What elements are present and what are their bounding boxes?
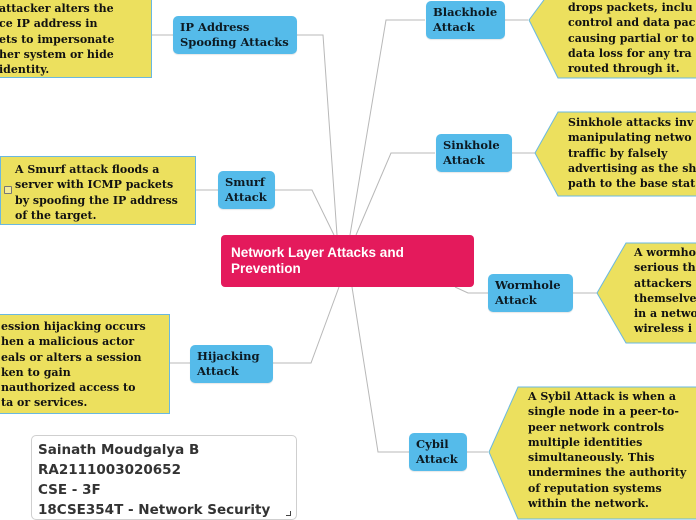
note-line: Sinkhole attacks inv bbox=[568, 116, 694, 129]
topic-cybil-attack[interactable]: Cybil Attack bbox=[409, 433, 467, 471]
topic-hijacking-attack[interactable]: Hijacking Attack bbox=[190, 345, 273, 383]
note-line: causing partial or to bbox=[568, 31, 695, 45]
note-line: A wormho bbox=[634, 246, 696, 259]
author-name: Sainath Moudgalya B bbox=[38, 442, 200, 458]
note-line: routed through it. bbox=[568, 62, 680, 76]
note-line: peer network controls bbox=[528, 420, 665, 434]
note-line: path to the base stat bbox=[568, 177, 696, 191]
note-line: themselve bbox=[634, 291, 696, 305]
connector-smurf bbox=[275, 189, 335, 236]
note-sinkhole[interactable]: Sinkhole attacks inv manipulating netwo … bbox=[534, 111, 696, 197]
topic-label-line: Cybil bbox=[416, 437, 449, 451]
note-line: of reputation systems bbox=[528, 481, 662, 495]
topic-label-line: Attack bbox=[443, 153, 485, 167]
note-line: server with ICMP packets bbox=[15, 178, 174, 192]
note-line: wireless i bbox=[634, 322, 693, 336]
connector-wormhole bbox=[454, 286, 488, 294]
note-line: A Sybil Attack is when a bbox=[528, 390, 676, 403]
topic-blackhole-attack[interactable]: Blackhole Attack bbox=[426, 1, 505, 39]
note-line: ta or services. bbox=[1, 396, 88, 410]
note-ip-spoofing[interactable]: attacker alters the ce IP address in ets… bbox=[0, 0, 152, 78]
topic-label-line: Attack bbox=[433, 20, 475, 34]
connector-cybil bbox=[351, 286, 409, 453]
root-topic-label: Network Layer Attacks and Prevention bbox=[231, 245, 404, 276]
connector-sinkhole bbox=[355, 152, 435, 236]
note-line: within the network. bbox=[528, 497, 649, 511]
topic-label-line: Hijacking bbox=[197, 349, 260, 363]
note-line: simultaneously. This bbox=[528, 451, 655, 465]
connector-ip-spoofing bbox=[297, 34, 338, 236]
note-line: A Smurf attack floods a bbox=[15, 163, 160, 176]
note-line: in a netwo bbox=[634, 307, 696, 321]
note-line: identity. bbox=[0, 63, 50, 77]
connector-hijacking bbox=[273, 286, 340, 364]
note-line: multiple identities bbox=[528, 435, 643, 449]
note-smurf[interactable]: A Smurf attack floods a server with ICMP… bbox=[0, 156, 196, 225]
topic-label-line: Blackhole bbox=[433, 5, 498, 19]
class-section: CSE - 3F bbox=[38, 482, 101, 498]
topic-label-line: Wormhole bbox=[495, 278, 561, 292]
note-blackhole[interactable]: drops packets, inclu control and data pa… bbox=[528, 0, 696, 80]
topic-label-line: Attack bbox=[416, 452, 458, 466]
topic-label-line: Attack bbox=[495, 293, 537, 307]
topic-sinkhole-attack[interactable]: Sinkhole Attack bbox=[436, 134, 512, 172]
note-line: undermines the authority bbox=[528, 466, 687, 480]
note-line: ets to impersonate bbox=[0, 32, 115, 46]
note-line: by spoofing the IP address bbox=[15, 193, 178, 207]
root-topic-network-layer-attacks[interactable]: Network Layer Attacks and Prevention bbox=[221, 235, 474, 287]
note-wormhole[interactable]: A wormho serious th attackers themselve … bbox=[596, 242, 696, 344]
note-line: ce IP address in bbox=[0, 17, 98, 31]
note-line: drops packets, inclu bbox=[568, 1, 693, 14]
note-line: single node in a peer-to- bbox=[528, 405, 679, 419]
topic-label-line: Smurf bbox=[225, 175, 265, 189]
note-line: control and data pac bbox=[568, 16, 696, 30]
note-line: ken to gain bbox=[1, 365, 71, 379]
note-checkbox[interactable] bbox=[4, 186, 12, 194]
author-info-textbox[interactable]: Sainath Moudgalya B RA2111003020652 CSE … bbox=[31, 435, 297, 520]
register-number: RA2111003020652 bbox=[38, 462, 181, 478]
note-line: of the target. bbox=[15, 208, 97, 222]
note-line: nauthorized access to bbox=[1, 381, 136, 395]
note-line: her system or hide bbox=[0, 47, 114, 61]
topic-label-line: Attack bbox=[197, 364, 239, 378]
note-line: hen a malicious actor bbox=[1, 335, 135, 349]
topic-smurf-attack[interactable]: Smurf Attack bbox=[218, 171, 275, 209]
note-hijacking[interactable]: ession hijacking occurs hen a malicious … bbox=[0, 314, 170, 414]
topic-label-line: Sinkhole bbox=[443, 138, 500, 152]
topic-label-line: Spoofing Attacks bbox=[180, 35, 289, 49]
topic-label-line: IP Address bbox=[180, 20, 250, 34]
course-name: 18CSE354T - Network Security bbox=[38, 502, 271, 518]
note-line: eals or alters a session bbox=[1, 350, 142, 364]
note-cybil[interactable]: A Sybil Attack is when a single node in … bbox=[488, 386, 696, 520]
topic-label-line: Attack bbox=[225, 190, 267, 204]
note-line: attackers bbox=[634, 276, 692, 290]
note-line: ession hijacking occurs bbox=[1, 320, 146, 333]
note-line: attacker alters the bbox=[0, 2, 114, 15]
note-line: manipulating netwo bbox=[568, 131, 692, 145]
resize-grip-icon[interactable] bbox=[286, 511, 291, 516]
note-line: traffic by falsely bbox=[568, 146, 668, 160]
topic-wormhole-attack[interactable]: Wormhole Attack bbox=[488, 274, 573, 312]
note-line: advertising as the sh bbox=[568, 161, 696, 175]
note-line: serious th bbox=[634, 261, 696, 275]
connector-blackhole bbox=[349, 19, 425, 236]
topic-ip-spoofing-attacks[interactable]: IP Address Spoofing Attacks bbox=[173, 16, 297, 54]
note-line: data loss for any tra bbox=[568, 46, 692, 60]
